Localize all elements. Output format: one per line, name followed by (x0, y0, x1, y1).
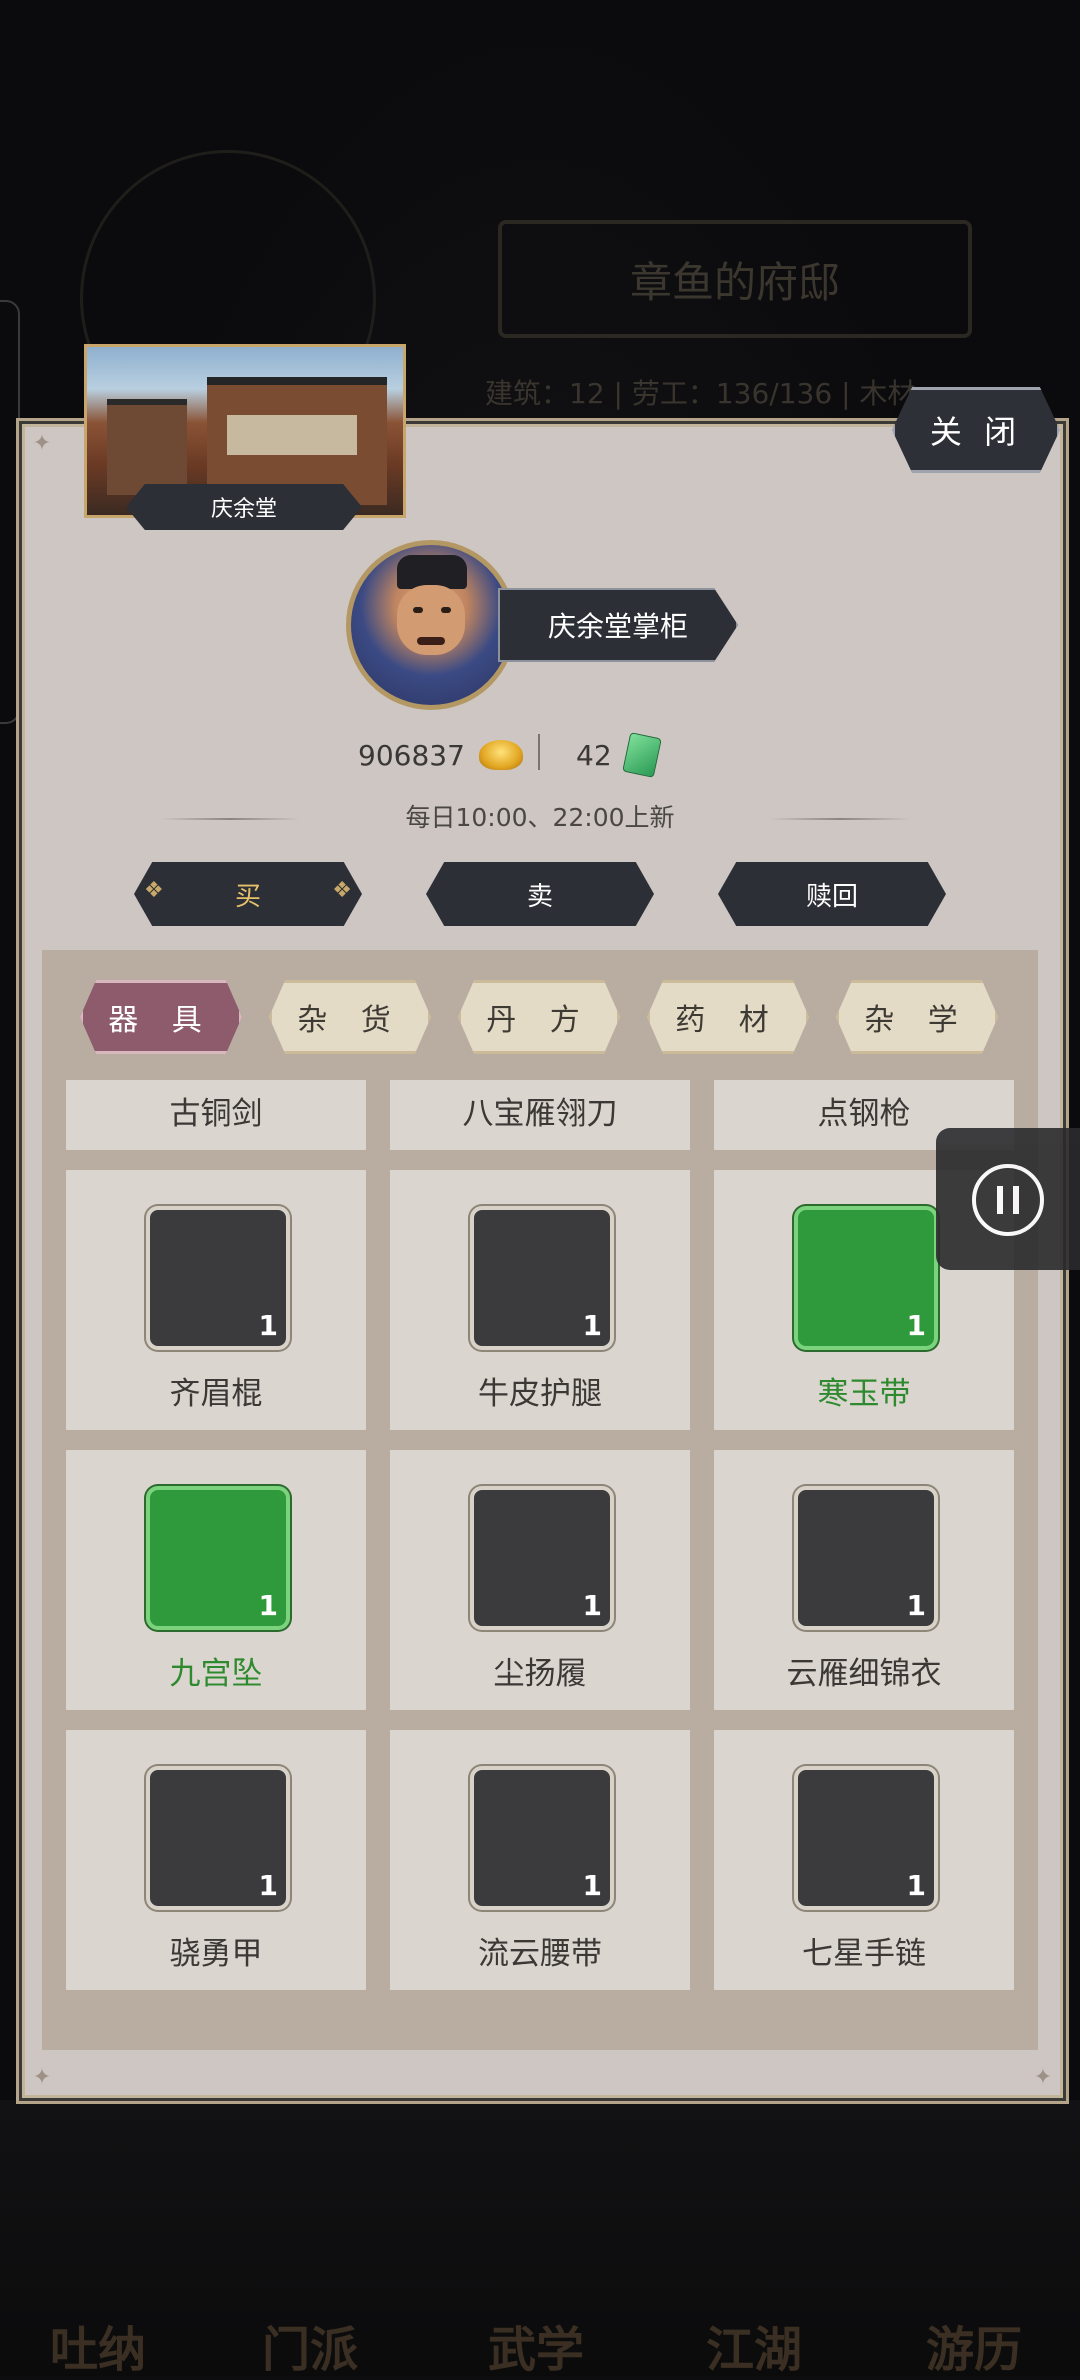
corner-ornament: ✦ (32, 2065, 52, 2090)
bracelet-icon[interactable]: 1 (794, 1766, 938, 1910)
corner-ornament: ✦ (1033, 2065, 1053, 2090)
avatar-eye (413, 607, 423, 613)
item-cell[interactable]: 1 七星手链 (714, 1730, 1014, 1990)
tab-yaocai[interactable]: 药 材 (647, 980, 809, 1054)
item-grid[interactable]: 1古铜剑1八宝雁翎刀1点钢枪1齐眉棍1牛皮护腿1寒玉带1九宫坠1尘扬履1云雁细锦… (66, 1080, 1014, 2034)
staff-icon[interactable]: 1 (146, 1206, 290, 1350)
item-quantity: 1 (906, 1589, 926, 1622)
tab-qiju[interactable]: 器 具 (80, 980, 242, 1054)
side-drawer-tab[interactable] (0, 300, 20, 724)
item-cell[interactable]: 1八宝雁翎刀 (390, 1080, 690, 1150)
bottom-nav: 吐纳 门派 武学 江湖 游历 (0, 2100, 1080, 2378)
avatar-eye (441, 607, 451, 613)
mansion-stats: 建筑：12 | 劳工：136/136 | 木材 (485, 377, 916, 410)
item-cell[interactable]: 1 尘扬履 (390, 1450, 690, 1710)
item-quantity: 1 (258, 1589, 278, 1622)
leg-guard-icon[interactable]: 1 (470, 1206, 614, 1350)
item-quantity: 1 (906, 1309, 926, 1342)
armor-icon[interactable]: 1 (146, 1766, 290, 1910)
belt-icon[interactable]: 1 (470, 1766, 614, 1910)
shopkeeper-name: 庆余堂掌柜 (498, 588, 738, 662)
item-cell[interactable]: 1 流云腰带 (390, 1730, 690, 1990)
item-name: 点钢枪 (817, 1096, 911, 1132)
jade-token-icon (621, 732, 662, 778)
pendant-icon[interactable]: 1 (146, 1486, 290, 1630)
gold-currency: 906837 (358, 730, 523, 780)
item-quantity: 1 (582, 1869, 602, 1902)
refresh-time: 每日10:00、22:00上新 (405, 803, 675, 832)
item-quantity: 1 (906, 1869, 926, 1902)
jade-amount: 42 (576, 738, 612, 772)
tab-danfang[interactable]: 丹 方 (458, 980, 620, 1054)
nav-wuxue[interactable]: 武学 (488, 2310, 584, 2380)
robe-icon[interactable]: 1 (794, 1486, 938, 1630)
nav-jianghu[interactable]: 江湖 (706, 2310, 802, 2380)
item-cell[interactable]: 1 九宫坠 (66, 1450, 366, 1710)
item-cell[interactable]: 1 骁勇甲 (66, 1730, 366, 1990)
item-name: 九宫坠 (169, 1656, 263, 1692)
gold-ingot-icon (478, 740, 523, 770)
gold-amount: 906837 (358, 738, 465, 772)
currency-divider (538, 734, 540, 770)
redeem-button[interactable]: 赎回 (718, 862, 946, 926)
shopkeeper-avatar[interactable] (346, 540, 516, 710)
jade-belt-icon[interactable]: 1 (794, 1206, 938, 1350)
nav-youli[interactable]: 游历 (926, 2310, 1022, 2380)
item-quantity: 1 (258, 1309, 278, 1342)
item-cell[interactable]: 1 云雁细锦衣 (714, 1450, 1014, 1710)
item-name: 八宝雁翎刀 (462, 1096, 618, 1132)
item-name: 七星手链 (802, 1936, 926, 1972)
tab-zaxue[interactable]: 杂 学 (836, 980, 998, 1054)
item-quantity: 1 (582, 1589, 602, 1622)
pause-button[interactable] (936, 1128, 1080, 1270)
boots-icon[interactable]: 1 (470, 1486, 614, 1630)
building-left (107, 399, 187, 495)
item-quantity: 1 (258, 1869, 278, 1902)
item-name: 寒玉带 (817, 1376, 911, 1412)
item-cell[interactable]: 1 牛皮护腿 (390, 1170, 690, 1430)
item-name: 牛皮护腿 (478, 1376, 602, 1412)
item-name: 尘扬履 (493, 1656, 587, 1692)
sell-button[interactable]: 卖 (426, 862, 654, 926)
nav-menpai[interactable]: 门派 (262, 2310, 358, 2380)
item-cell[interactable]: 1古铜剑 (66, 1080, 366, 1150)
nav-tuna[interactable]: 吐纳 (50, 2310, 146, 2380)
shop-name: 庆余堂 (126, 484, 362, 530)
pause-icon (972, 1164, 1044, 1236)
buy-button[interactable]: 买 (134, 862, 362, 926)
jade-currency: 42 (576, 730, 662, 780)
item-cell[interactable]: 1 齐眉棍 (66, 1170, 366, 1430)
tab-zahuo[interactable]: 杂 货 (269, 980, 431, 1054)
corner-ornament: ✦ (32, 431, 52, 456)
ornament-right (770, 818, 910, 820)
mansion-title: 章鱼的府邸 (498, 220, 972, 338)
item-name: 流云腰带 (478, 1936, 602, 1972)
avatar-hat (397, 555, 467, 589)
close-button[interactable]: 关 闭 (892, 387, 1060, 473)
item-name: 云雁细锦衣 (786, 1656, 942, 1692)
item-quantity: 1 (582, 1309, 602, 1342)
item-name: 骁勇甲 (169, 1936, 263, 1972)
avatar-mouth (417, 637, 445, 645)
item-name: 古铜剑 (169, 1096, 263, 1132)
item-name: 齐眉棍 (169, 1376, 263, 1412)
